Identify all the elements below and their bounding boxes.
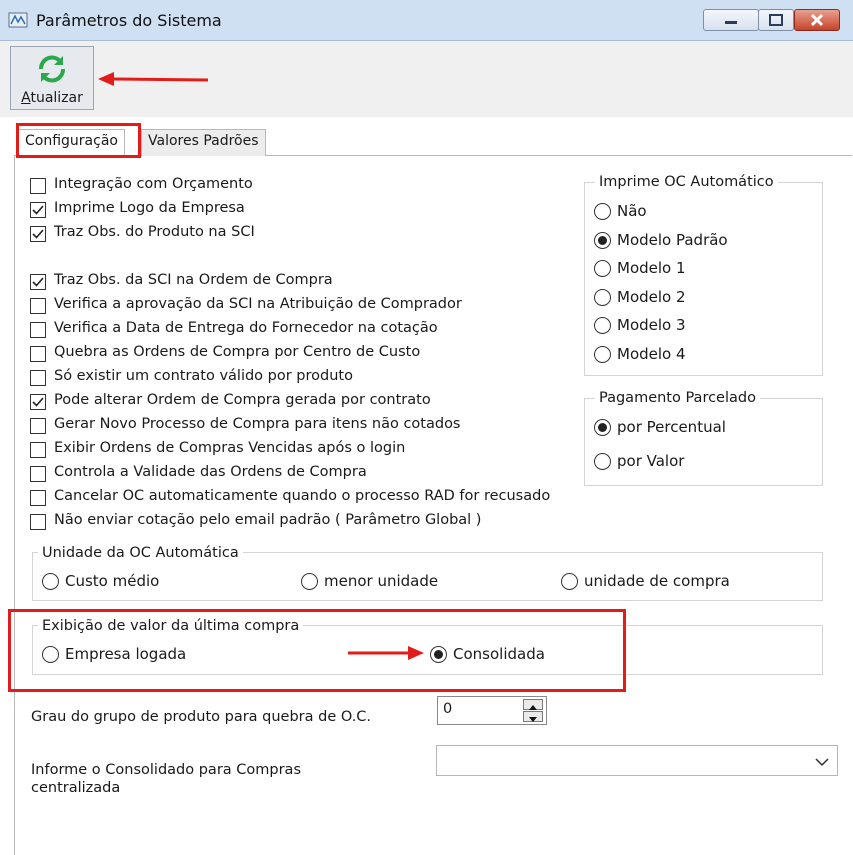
radio-label: unidade de compra — [584, 572, 730, 590]
pagamento-title: Pagamento Parcelado — [595, 390, 760, 406]
radio-button[interactable] — [594, 203, 611, 220]
option-label: Traz Obs. do Produto na SCI — [54, 224, 255, 240]
maximize-button[interactable] — [758, 9, 794, 31]
window-title: Parâmetros do Sistema — [36, 11, 222, 30]
checkbox[interactable] — [30, 298, 46, 314]
consolidado-label-line2: centralizada — [31, 780, 121, 796]
option-label: Verifica a Data de Entrega do Fornecedor… — [54, 320, 438, 336]
checkbox[interactable] — [30, 370, 46, 386]
option-label: Quebra as Ordens de Compra por Centro de… — [54, 344, 421, 360]
checkbox[interactable] — [30, 490, 46, 506]
checkbox[interactable] — [30, 322, 46, 338]
option-label: Não enviar cotação pelo email padrão ( P… — [54, 512, 482, 528]
consolidado-combobox[interactable] — [436, 745, 838, 776]
consolidado-label-line1: Informe o Consolidado para Compras — [31, 762, 301, 778]
checkbox[interactable] — [30, 202, 46, 218]
radio-button[interactable] — [594, 419, 611, 436]
consolidado-label: Informe o Consolidado para Compras centr… — [31, 761, 301, 797]
refresh-button[interactable]: Atualizar — [10, 46, 94, 110]
chevron-down-icon[interactable] — [815, 755, 829, 771]
radio-label: menor unidade — [324, 572, 439, 590]
radio-selected-dot — [598, 423, 607, 432]
radio-label: Modelo 4 — [617, 344, 686, 363]
radio-button[interactable] — [594, 317, 611, 334]
annotation-highlight-tab — [16, 123, 141, 158]
radio-label: Modelo 1 — [617, 259, 686, 277]
tab-valores-padroes[interactable]: Valores Padrões — [141, 129, 266, 156]
grau-spinner[interactable]: 0 — [437, 696, 547, 725]
radio-button[interactable] — [594, 288, 611, 306]
radio-button[interactable] — [301, 573, 318, 590]
option-label: Imprime Logo da Empresa — [54, 200, 245, 216]
close-button[interactable] — [794, 9, 840, 31]
checkbox[interactable] — [30, 274, 46, 290]
option-label: Integração com Orçamento — [54, 176, 253, 192]
radio-label: Custo médio — [65, 572, 160, 590]
radio-button[interactable] — [594, 260, 611, 277]
app-window-icon — [8, 11, 28, 29]
grau-value[interactable]: 0 — [443, 701, 452, 717]
option-label: Controla a Validade das Ordens de Compra — [54, 464, 367, 480]
radio-label: Não — [617, 202, 647, 220]
option-label: Só existir um contrato válido por produt… — [54, 368, 353, 384]
radio-button[interactable] — [594, 345, 611, 363]
annotation-highlight-exibicao — [8, 609, 626, 692]
imprime-oc-title: Imprime OC Automático — [595, 174, 778, 190]
option-label: Verifica a aprovação da SCI na Atribuiçã… — [54, 296, 462, 312]
radio-label: por Valor — [617, 452, 685, 470]
checkbox[interactable] — [30, 178, 46, 194]
refresh-icon — [35, 53, 69, 89]
spin-down-button[interactable] — [523, 711, 543, 722]
checkbox[interactable] — [30, 466, 46, 482]
close-icon — [810, 13, 824, 27]
annotation-arrow — [346, 643, 426, 667]
radio-label: Modelo 3 — [617, 316, 686, 334]
radio-label: Modelo 2 — [617, 287, 686, 306]
minimize-button[interactable] — [703, 9, 759, 31]
checkbox[interactable] — [30, 226, 46, 242]
checkbox[interactable] — [30, 346, 46, 362]
radio-selected-dot — [598, 235, 607, 245]
checkbox[interactable] — [30, 442, 46, 458]
unidade-title: Unidade da OC Automática — [38, 545, 243, 561]
radio-button[interactable] — [561, 573, 578, 590]
radio-button[interactable] — [42, 573, 59, 590]
annotation-arrow — [96, 68, 211, 94]
option-label: Pode alterar Ordem de Compra gerada por … — [54, 392, 431, 408]
spin-up-button[interactable] — [523, 699, 543, 710]
option-label: Traz Obs. da SCI na Ordem de Compra — [54, 272, 333, 288]
option-label: Gerar Novo Processo de Compra para itens… — [54, 416, 461, 432]
radio-button[interactable] — [594, 231, 611, 249]
option-label: Exibir Ordens de Compras Vencidas após o… — [54, 440, 406, 456]
radio-label: Modelo Padrão — [617, 230, 728, 249]
checkbox[interactable] — [30, 418, 46, 434]
radio-label: por Percentual — [617, 418, 726, 436]
refresh-label: Atualizar — [21, 90, 83, 106]
radio-button[interactable] — [594, 453, 611, 470]
checkbox[interactable] — [30, 394, 46, 410]
grau-label: Grau do grupo de produto para quebra de … — [31, 709, 372, 725]
option-label: Cancelar OC automaticamente quando o pro… — [54, 488, 551, 504]
pagamento-group — [584, 398, 823, 486]
checkbox[interactable] — [30, 514, 46, 530]
